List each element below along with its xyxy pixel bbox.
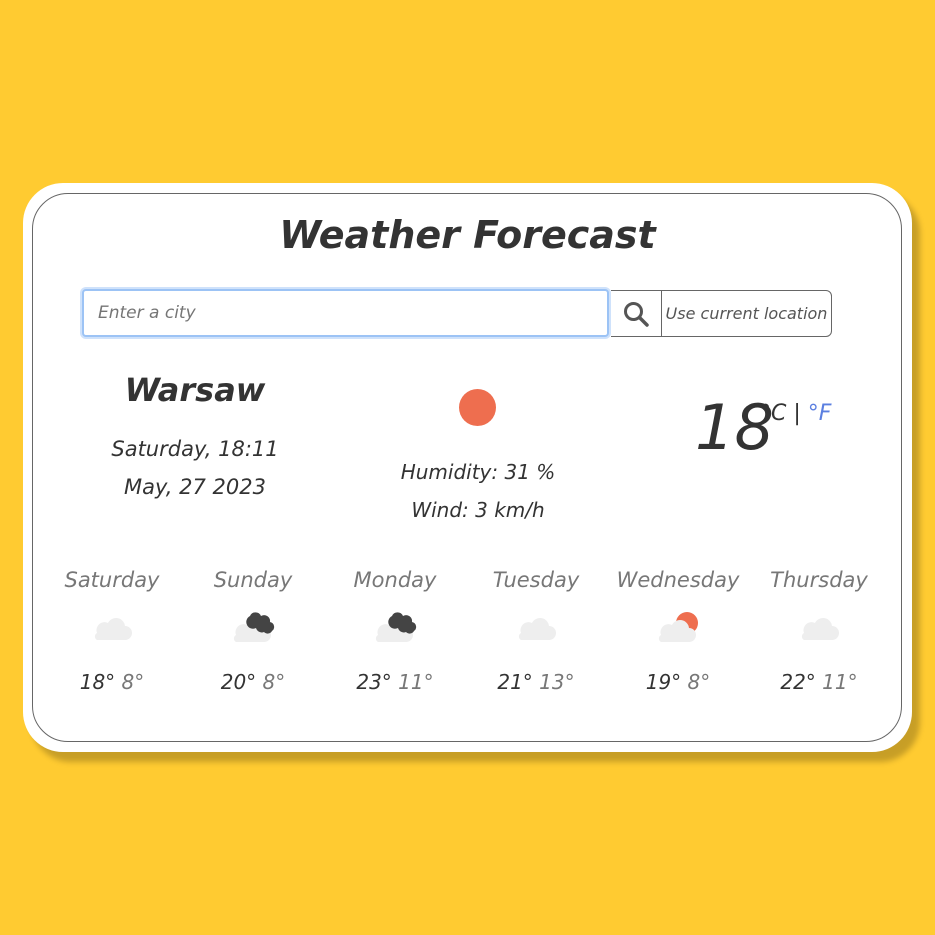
current-day-time: Saturday, 18:11 <box>111 437 279 461</box>
forecast-temps: 20° 8° <box>183 670 323 694</box>
celsius-link[interactable]: °C <box>760 401 786 426</box>
forecast-temps: 21° 13° <box>466 670 606 694</box>
forecast-day-name: Thursday <box>770 568 868 592</box>
city-search-input[interactable] <box>82 289 609 337</box>
forecast-day-name: Saturday <box>64 568 160 592</box>
max-temp: 23° <box>356 670 392 694</box>
city-name: Warsaw <box>124 371 266 409</box>
page-title: Weather Forecast <box>279 213 656 257</box>
wind: Wind: 3 km/h <box>411 498 545 522</box>
min-temp: 11° <box>398 670 434 694</box>
weather-card: Weather Forecast Use current location Wa… <box>23 183 912 752</box>
forecast-day: Saturday 18° 8° <box>42 568 182 694</box>
sun-icon <box>459 389 496 426</box>
forecast-day-name: Monday <box>353 568 437 592</box>
forecast-temps: 22° 11° <box>749 670 889 694</box>
cloud-dark-icon <box>325 598 465 658</box>
current-location-button[interactable]: Use current location <box>661 290 832 337</box>
forecast-day: Sunday 20° 8° <box>183 568 323 694</box>
forecast-day: Tuesday 21° 13° <box>466 568 606 694</box>
unit-switch: °C | °F <box>760 401 831 426</box>
unit-separator: | <box>793 401 801 426</box>
min-temp: 8° <box>121 670 145 694</box>
forecast-day: Wednesday 19° 8° <box>608 568 748 694</box>
min-temp: 11° <box>822 670 858 694</box>
forecast-day-name: Sunday <box>213 568 293 592</box>
min-temp: 8° <box>687 670 711 694</box>
forecast-day: Thursday 22° 11° <box>749 568 889 694</box>
forecast-day-name: Tuesday <box>492 568 580 592</box>
search-icon <box>624 301 649 327</box>
current-date: May, 27 2023 <box>124 475 266 499</box>
cloud-icon <box>466 598 606 658</box>
forecast-temps: 19° 8° <box>608 670 748 694</box>
forecast-day: Monday 23° 11° <box>325 568 465 694</box>
search-button[interactable] <box>611 290 662 337</box>
max-temp: 22° <box>780 670 816 694</box>
min-temp: 8° <box>262 670 286 694</box>
max-temp: 19° <box>645 670 682 694</box>
max-temp: 20° <box>220 670 257 694</box>
max-temp: 18° <box>79 670 116 694</box>
cloud-icon <box>42 598 182 658</box>
min-temp: 13° <box>539 670 575 694</box>
forecast-temps: 18° 8° <box>42 670 182 694</box>
forecast-day-name: Wednesday <box>616 568 740 592</box>
forecast-temps: 23° 11° <box>325 670 465 694</box>
humidity: Humidity: 31 % <box>400 460 556 484</box>
fahrenheit-link[interactable]: °F <box>808 401 832 426</box>
cloud-dark-icon <box>183 598 323 658</box>
cloud-sun-icon <box>608 598 748 658</box>
max-temp: 21° <box>497 670 533 694</box>
cloud-icon <box>749 598 889 658</box>
